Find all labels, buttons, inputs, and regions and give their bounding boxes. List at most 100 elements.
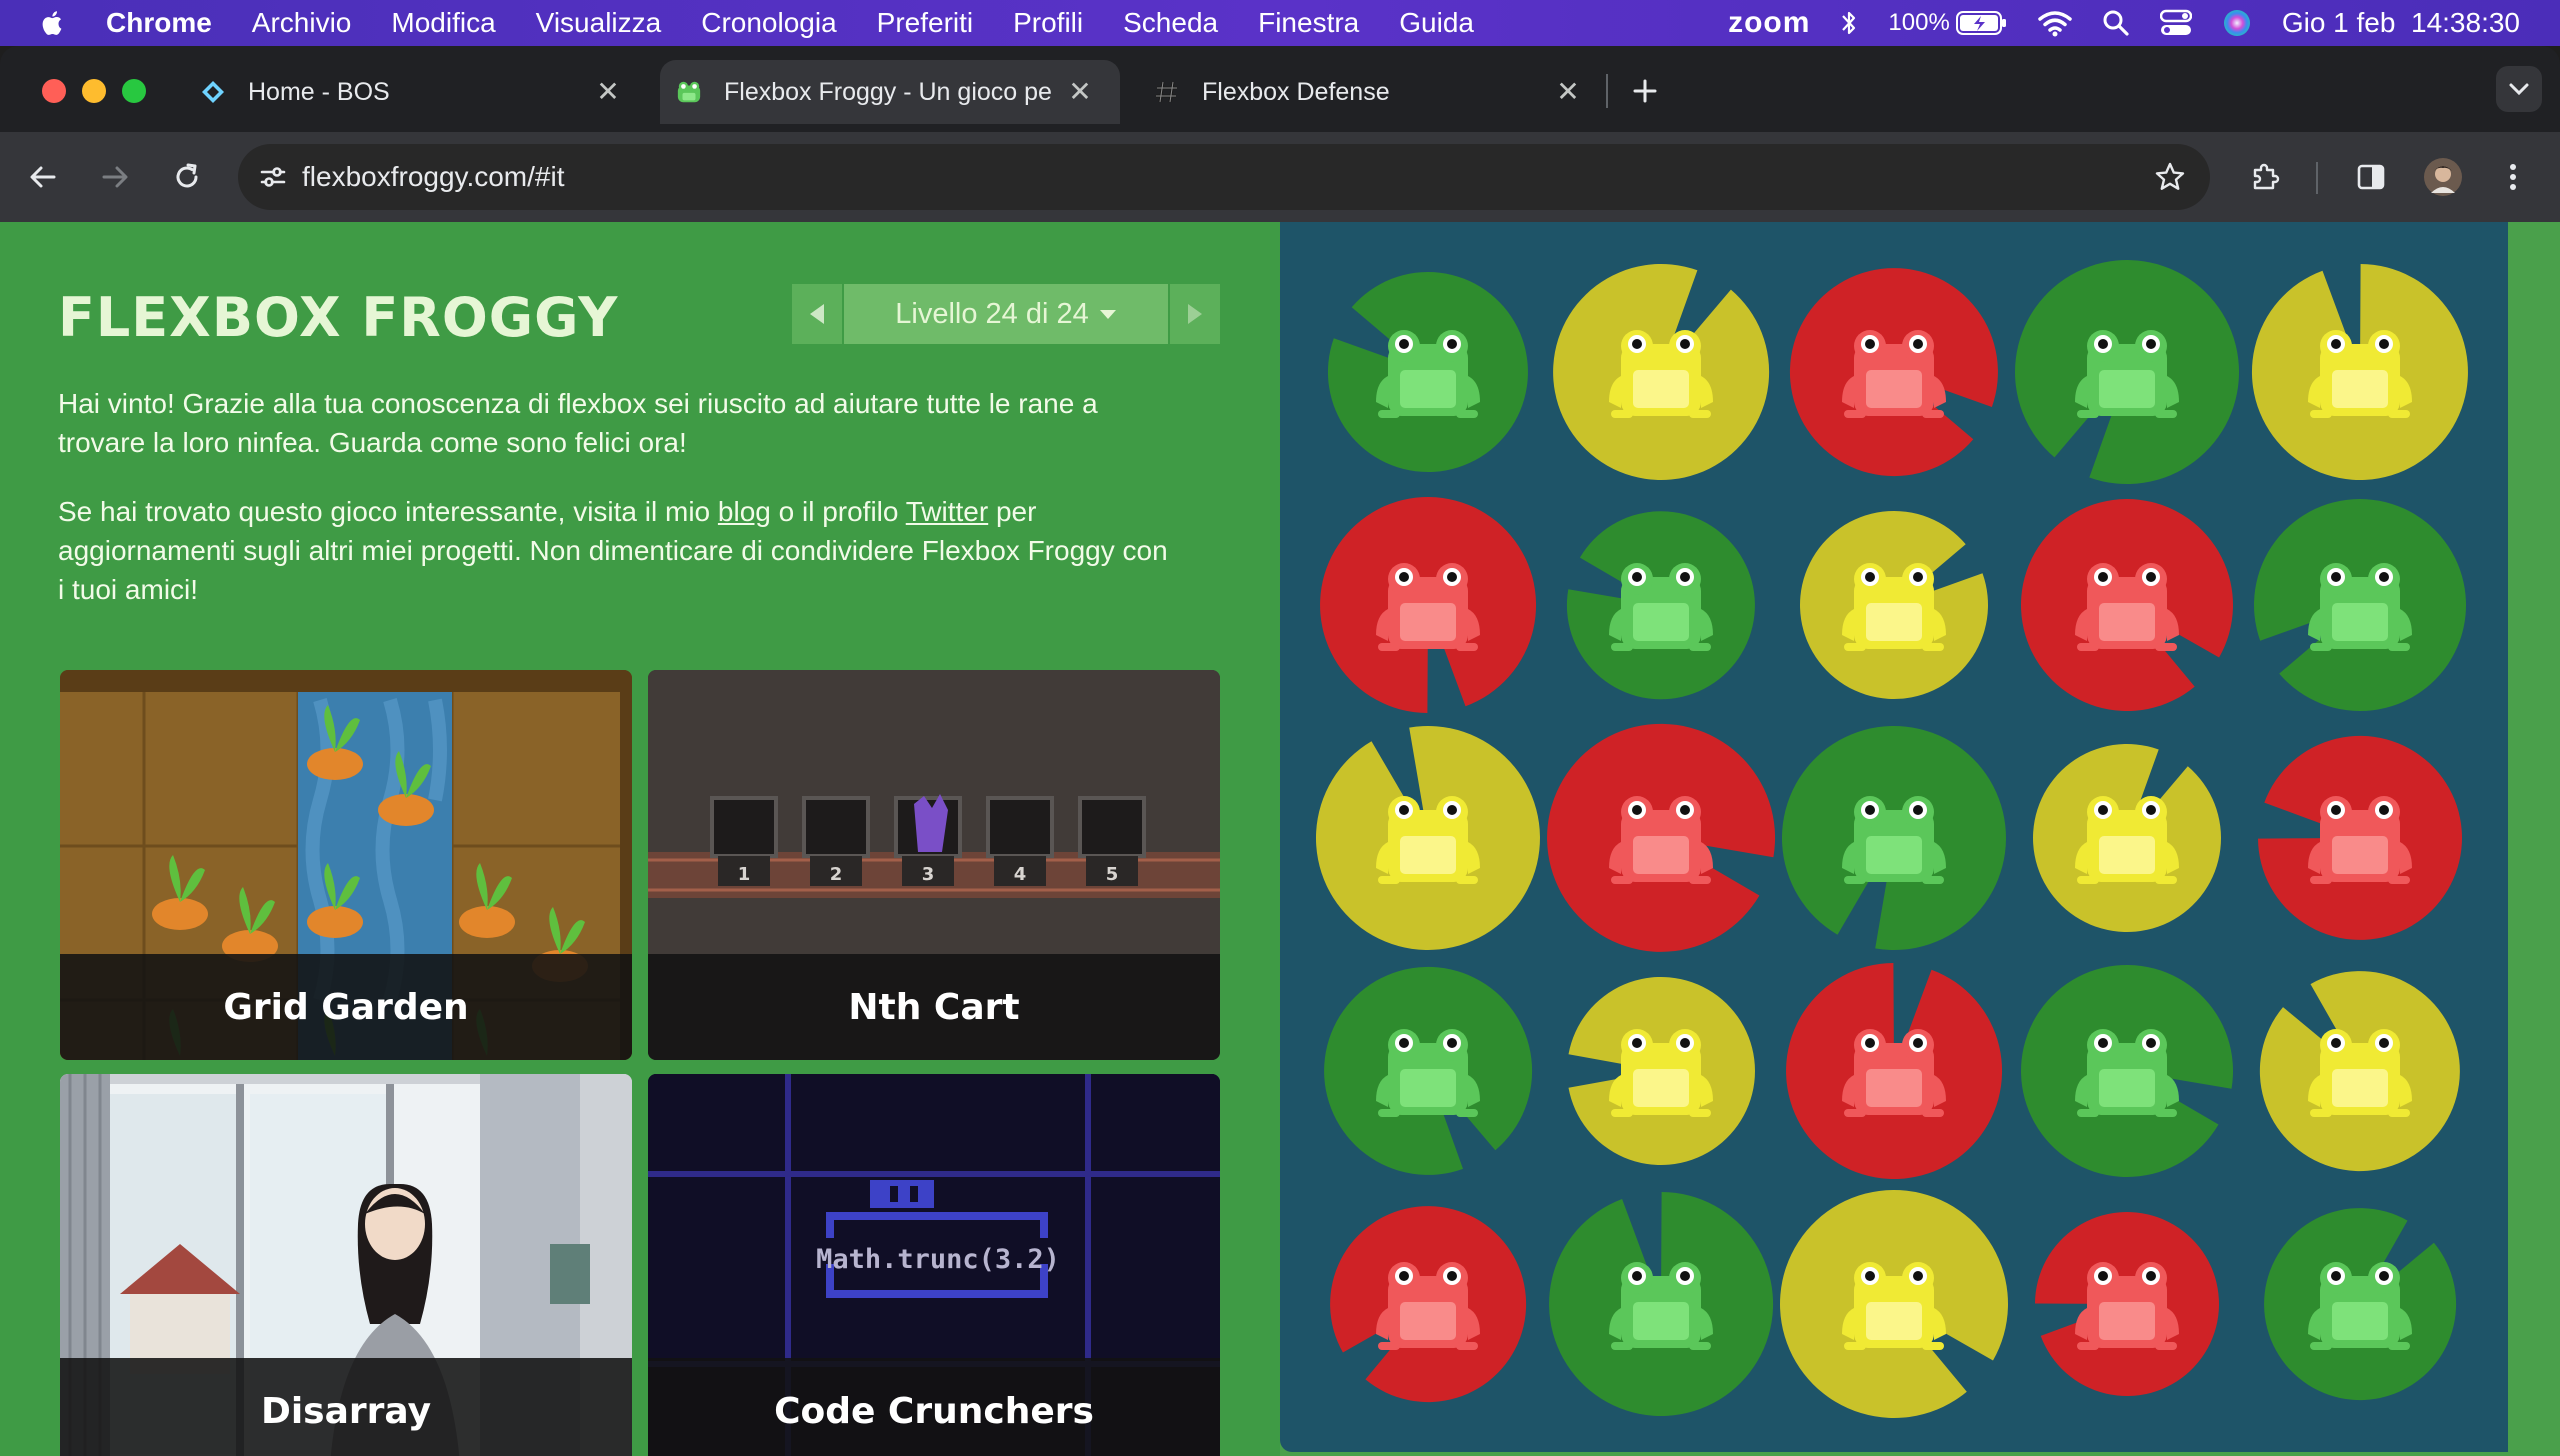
lilypad-yellow [1800, 510, 1989, 699]
lilypad-green [2264, 1208, 2457, 1401]
arrow-right-icon [102, 166, 128, 188]
level-navigator: Livello 24 di 24 [792, 284, 1220, 344]
promo-text: o il profilo [770, 496, 906, 527]
address-bar[interactable]: flexboxfroggy.com/#it [238, 144, 2210, 210]
frog-red [1842, 1029, 1946, 1117]
hash-icon [1154, 79, 1180, 105]
cart-number: 2 [830, 864, 843, 885]
lilypad-green [1566, 511, 1755, 700]
menu-modifica[interactable]: Modifica [391, 7, 495, 39]
card-disarray[interactable]: Disarray [60, 1074, 632, 1456]
new-tab-button[interactable] [1622, 68, 1668, 114]
lilypad-red [1786, 963, 2003, 1179]
more-vertical-icon [2510, 164, 2516, 190]
battery-status[interactable]: 100% [1888, 9, 2007, 37]
tab-divider [1606, 74, 1608, 108]
lilypad-green [1549, 1192, 1774, 1416]
menu-archivio[interactable]: Archivio [252, 7, 352, 39]
promo-text: Se hai trovato questo gioco interessante… [58, 496, 718, 527]
level-label: Livello 24 di 24 [895, 297, 1089, 330]
page-content: FLEXBOX FROGGY Livello 24 di 24 Hai vint… [0, 222, 2560, 1456]
profile-avatar[interactable] [2420, 154, 2466, 200]
menu-finestra[interactable]: Finestra [1258, 7, 1359, 39]
chevron-down-icon [2509, 83, 2529, 96]
menu-app-chrome[interactable]: Chrome [106, 7, 212, 39]
battery-icon [1955, 11, 2006, 35]
apple-icon[interactable] [38, 8, 68, 38]
forward-button[interactable] [92, 154, 138, 200]
window-zoom-button[interactable] [122, 79, 146, 103]
menu-visualizza[interactable]: Visualizza [536, 7, 662, 39]
menu-guida[interactable]: Guida [1399, 7, 1474, 39]
card-title: Disarray [60, 1358, 632, 1456]
control-center-icon[interactable] [2159, 9, 2192, 37]
lilypad-yellow [1780, 1189, 2009, 1418]
lilypad-green [1327, 271, 1528, 472]
close-tab-icon[interactable]: ✕ [1554, 78, 1582, 106]
lilypad-red [1547, 723, 1776, 952]
card-nth-cart[interactable]: 1 2 3 4 5 Nth Cart [648, 670, 1220, 1060]
tab-flexbox-defense[interactable]: Flexbox Defense ✕ [1138, 60, 1608, 124]
bluetooth-icon[interactable] [1840, 8, 1858, 38]
caret-down-icon [1099, 310, 1116, 319]
previous-level-button[interactable] [792, 284, 842, 344]
search-icon[interactable] [2102, 9, 2130, 37]
window-minimize-button[interactable] [82, 79, 106, 103]
lilypad-red [1330, 1206, 1527, 1403]
card-title: Grid Garden [60, 954, 632, 1060]
promo-message: Se hai trovato questo gioco interessante… [58, 492, 1178, 609]
bookmark-star-icon[interactable] [2154, 161, 2186, 193]
lilypad-yellow [2033, 743, 2222, 932]
window-close-button[interactable] [42, 79, 66, 103]
extensions-button[interactable] [2242, 154, 2288, 200]
card-code-crunchers[interactable]: Math.trunc(3.2) Code Crunchers [648, 1074, 1220, 1456]
lilypad-red [1789, 268, 1998, 477]
url-text[interactable]: flexboxfroggy.com/#it [302, 161, 565, 193]
triangle-right-icon [1188, 304, 1202, 324]
menu-bar: Chrome Archivio Modifica Visualizza Cron… [0, 0, 2560, 46]
win-message: Hai vinto! Grazie alla tua conoscenza di… [58, 388, 1098, 458]
pond-board [1280, 222, 2508, 1452]
lilypad-green [2021, 964, 2234, 1177]
close-tab-icon[interactable]: ✕ [594, 78, 622, 106]
close-tab-icon[interactable]: ✕ [1066, 78, 1094, 106]
menu-cronologia[interactable]: Cronologia [701, 7, 836, 39]
tab-home-bos[interactable]: Home - BOS ✕ [178, 60, 648, 124]
reload-icon [176, 163, 198, 188]
twitter-link[interactable]: Twitter [906, 496, 988, 527]
avatar-icon [2424, 158, 2462, 196]
lilypad-yellow [2251, 264, 2468, 480]
cart-number: 4 [1014, 864, 1027, 885]
puzzle-icon [2253, 163, 2280, 190]
page-title: FLEXBOX FROGGY [58, 286, 619, 349]
side-panel-button[interactable] [2348, 154, 2394, 200]
lilypad-yellow [1315, 726, 1540, 951]
lilypad-red [1320, 497, 1537, 713]
blog-link[interactable]: blog [718, 496, 771, 527]
cart-number: 1 [738, 864, 751, 885]
menu-preferiti[interactable]: Preferiti [877, 7, 973, 39]
clock-datetime[interactable]: Gio 1 feb 14:38:30 [2282, 7, 2520, 39]
lilypad-yellow [2259, 971, 2460, 1172]
level-dropdown[interactable]: Livello 24 di 24 [844, 284, 1168, 344]
lilypad-green [1324, 966, 1533, 1175]
tab-strip: Home - BOS ✕ Flexbox Froggy - Un gioco p… [0, 46, 2560, 132]
frog-icon [676, 79, 702, 105]
tab-flexbox-froggy[interactable]: Flexbox Froggy - Un gioco pe ✕ [660, 60, 1120, 124]
card-grid-garden[interactable]: Grid Garden [60, 670, 632, 1060]
tab-search-button[interactable] [2496, 66, 2542, 112]
card-title: Nth Cart [648, 954, 1220, 1060]
next-level-button[interactable] [1170, 284, 1220, 344]
back-button[interactable] [20, 154, 66, 200]
menu-profili[interactable]: Profili [1013, 7, 1083, 39]
menu-scheda[interactable]: Scheda [1123, 7, 1218, 39]
wifi-icon[interactable] [2038, 9, 2072, 37]
frog-yellow [2308, 330, 2412, 418]
lilypad-red [2020, 499, 2233, 712]
chrome-menu-button[interactable] [2490, 154, 2536, 200]
siri-icon[interactable] [2222, 8, 2252, 38]
zoom-status[interactable]: zoom [1728, 6, 1810, 40]
site-info-icon[interactable] [258, 162, 288, 192]
reload-button[interactable] [164, 154, 210, 200]
triangle-left-icon [810, 304, 824, 324]
